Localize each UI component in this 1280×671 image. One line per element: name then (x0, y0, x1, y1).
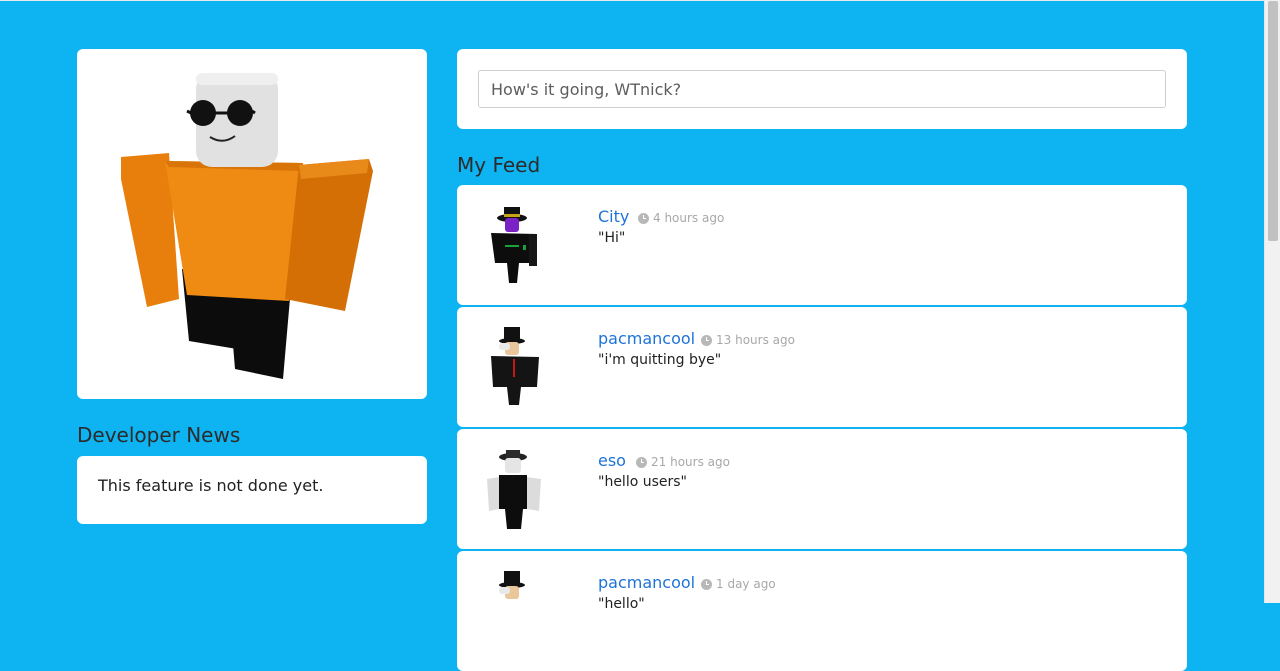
clock-icon (636, 456, 647, 468)
feed-message: "hello" (598, 596, 645, 612)
feed-item: eso 21 hours ago "hello users" (457, 429, 1187, 549)
developer-news-title: Developer News (77, 423, 241, 447)
avatar-sunglasses-left (190, 100, 216, 126)
feed-item: pacmancool 13 hours ago "i'm quitting by… (457, 307, 1187, 427)
feed-timestamp: 21 hours ago (636, 455, 730, 469)
scrollbar-thumb[interactable] (1268, 1, 1278, 241)
feed-timestamp: 4 hours ago (638, 211, 724, 225)
feed-item: City 4 hours ago "Hi" (457, 185, 1187, 305)
clock-icon (638, 212, 649, 224)
feed-username-link[interactable]: eso (598, 451, 626, 470)
clock-icon (701, 334, 712, 346)
status-input[interactable] (478, 70, 1166, 108)
feed-username-link[interactable]: pacmancool (598, 573, 695, 592)
feed-username-link[interactable]: City (598, 207, 629, 226)
feed-message: "i'm quitting bye" (598, 352, 722, 368)
feed-time-text: 21 hours ago (651, 455, 730, 469)
feed-avatar-thumbnail[interactable] (479, 445, 569, 535)
avatar-torso (165, 161, 303, 301)
feed-time-text: 4 hours ago (653, 211, 725, 225)
status-card (457, 49, 1187, 129)
clock-icon (701, 578, 712, 590)
feed-timestamp: 1 day ago (701, 577, 776, 591)
feed-username-link[interactable]: pacmancool (598, 329, 695, 348)
avatar-card (77, 49, 427, 399)
avatar-right-arm (285, 159, 373, 311)
feed-avatar-thumbnail[interactable] (479, 323, 569, 413)
avatar-sunglasses-right (227, 100, 253, 126)
feed-title: My Feed (457, 153, 541, 177)
feed-avatar-thumbnail[interactable] (479, 567, 569, 657)
feed-time-text: 13 hours ago (716, 333, 795, 347)
developer-news-card: This feature is not done yet. (77, 456, 427, 524)
page-scrollbar[interactable] (1264, 0, 1280, 603)
feed-item: pacmancool 1 day ago "hello" (457, 551, 1187, 671)
page: Developer News This feature is not done … (0, 0, 1264, 671)
feed-message: "Hi" (598, 230, 626, 246)
feed-avatar-thumbnail[interactable] (479, 201, 569, 291)
feed-timestamp: 13 hours ago (701, 333, 795, 347)
feed-message: "hello users" (598, 474, 687, 490)
feed-time-text: 1 day ago (716, 577, 776, 591)
developer-news-message: This feature is not done yet. (98, 476, 324, 495)
avatar-image (121, 73, 373, 379)
